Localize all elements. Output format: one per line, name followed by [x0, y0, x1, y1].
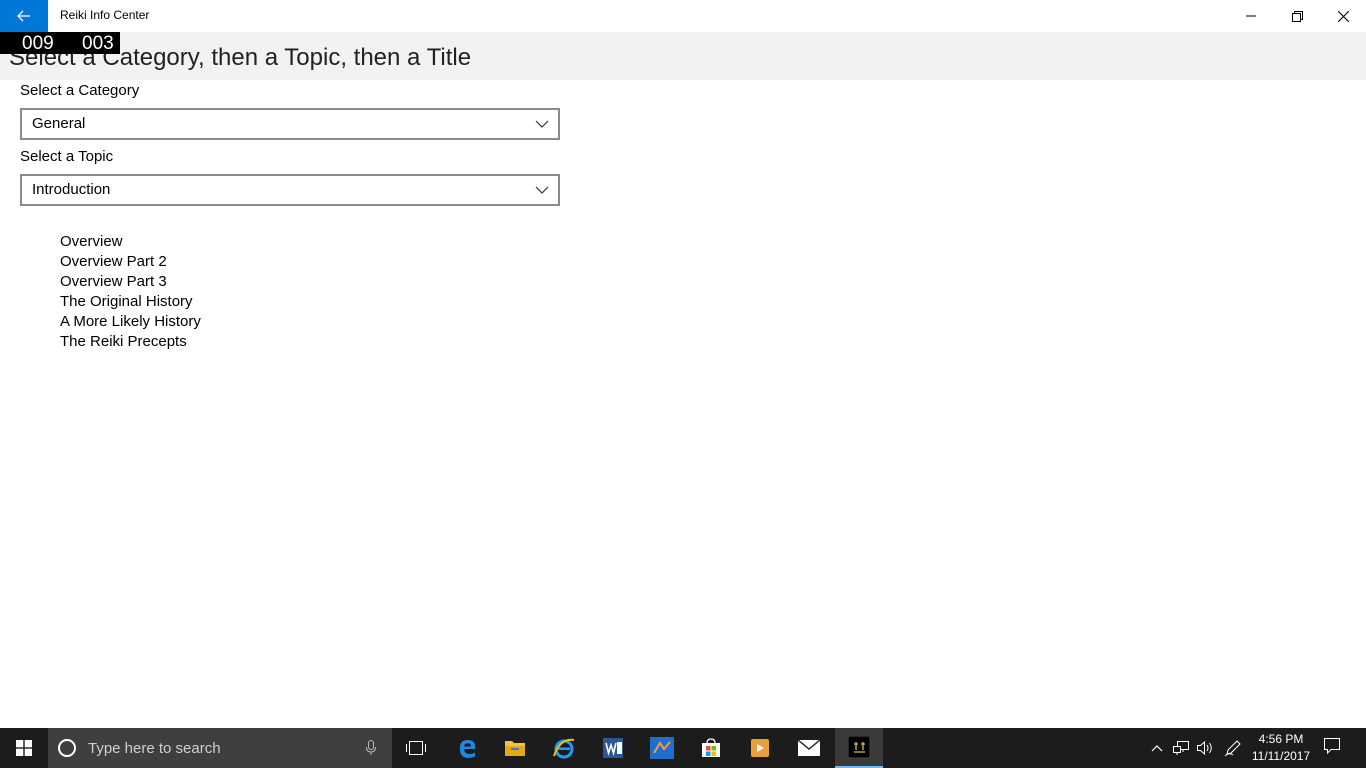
titles-list: Overview Overview Part 2 Overview Part 3…	[60, 232, 201, 352]
store-icon	[702, 738, 720, 757]
edge-button[interactable]	[443, 728, 491, 768]
media-player-icon	[751, 739, 769, 757]
cortana-icon	[58, 739, 76, 757]
list-item[interactable]: Overview Part 2	[60, 252, 201, 272]
app-window: Reiki Info Center Select a Category, the…	[0, 0, 1366, 768]
minimize-button[interactable]	[1228, 0, 1274, 32]
chevron-up-icon	[1151, 745, 1163, 752]
topic-value: Introduction	[32, 181, 111, 198]
restore-button[interactable]	[1274, 0, 1320, 32]
title-bar: Reiki Info Center	[0, 0, 1366, 32]
chevron-down-icon	[535, 186, 549, 194]
back-button[interactable]	[0, 0, 48, 32]
mail-icon	[797, 739, 821, 756]
chevron-down-icon	[535, 120, 549, 128]
close-icon	[1337, 10, 1349, 22]
media-player-button[interactable]	[736, 728, 784, 768]
mail-button[interactable]	[785, 728, 833, 768]
list-item[interactable]: The Reiki Precepts	[60, 332, 201, 352]
topic-combobox[interactable]: Introduction	[20, 174, 560, 206]
taskbar: Type here to search 4:56 PM 11/11/2017	[0, 728, 1366, 768]
search-placeholder: Type here to search	[88, 740, 221, 757]
internet-explorer-icon	[553, 738, 575, 759]
edge-icon	[459, 740, 476, 758]
restore-icon	[1291, 10, 1303, 22]
header-band: Select a Category, then a Topic, then a …	[0, 32, 1366, 80]
app-button[interactable]	[638, 728, 686, 768]
close-button[interactable]	[1320, 0, 1366, 32]
taskbar-search-box[interactable]: Type here to search	[48, 728, 392, 768]
pen-workspace-button[interactable]	[1223, 738, 1243, 758]
task-view-button[interactable]	[392, 728, 440, 768]
counter-right: 003	[82, 33, 114, 54]
clock-time: 4:56 PM	[1258, 732, 1304, 746]
pen-icon	[1224, 740, 1241, 757]
category-value: General	[32, 115, 86, 132]
app-title: Reiki Info Center	[60, 8, 150, 22]
list-item[interactable]: Overview	[60, 232, 201, 252]
network-icon	[1173, 741, 1189, 755]
topic-label: Select a Topic	[20, 148, 114, 165]
list-item[interactable]: The Original History	[60, 292, 201, 312]
word-icon	[603, 738, 623, 758]
store-button[interactable]	[687, 728, 735, 768]
task-view-icon	[406, 741, 426, 755]
category-combobox[interactable]: General	[20, 108, 560, 140]
internet-explorer-button[interactable]	[540, 728, 588, 768]
microphone-icon[interactable]	[366, 740, 376, 756]
clock-date: 11/11/2017	[1251, 749, 1311, 763]
back-arrow-icon	[17, 10, 30, 22]
minimize-icon	[1246, 15, 1256, 17]
counter-overlay: 009 003	[0, 32, 120, 54]
notifications-icon	[1324, 738, 1340, 755]
reiki-app-icon	[848, 736, 870, 758]
list-item[interactable]: A More Likely History	[60, 312, 201, 332]
start-button[interactable]	[0, 728, 48, 768]
show-hidden-icons-button[interactable]	[1147, 738, 1167, 758]
windows-logo-icon	[16, 740, 32, 756]
category-label: Select a Category	[20, 82, 140, 99]
counter-left: 009	[22, 33, 54, 54]
word-button[interactable]	[589, 728, 637, 768]
taskbar-clock[interactable]: 4:56 PM 11/11/2017	[1250, 731, 1312, 765]
volume-button[interactable]	[1195, 738, 1215, 758]
file-explorer-icon	[505, 741, 525, 756]
reiki-app-taskbar-button[interactable]	[835, 728, 883, 768]
list-item[interactable]: Overview Part 3	[60, 272, 201, 292]
app-icon	[650, 737, 674, 759]
action-center-button[interactable]	[1322, 736, 1342, 761]
file-explorer-button[interactable]	[491, 728, 539, 768]
volume-icon	[1197, 740, 1212, 756]
network-button[interactable]	[1171, 738, 1191, 758]
